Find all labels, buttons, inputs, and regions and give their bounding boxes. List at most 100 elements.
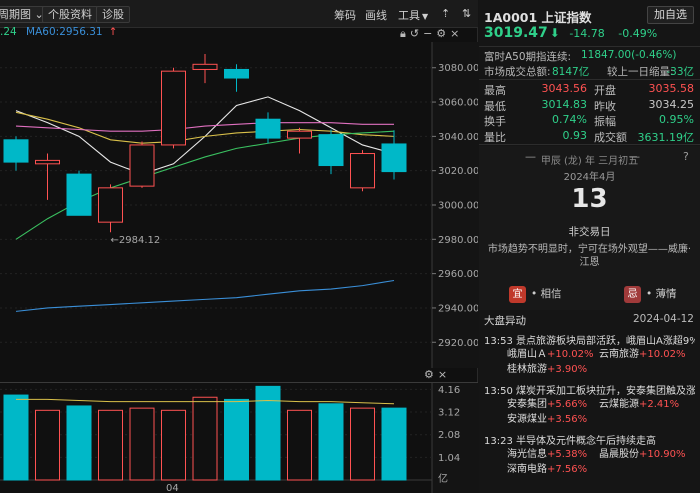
stock-change: +7.56% <box>547 464 588 475</box>
volume-bar <box>224 398 249 481</box>
close-icon[interactable]: × <box>450 27 463 40</box>
volume-tick-label: 3.12 <box>438 408 460 419</box>
candlestick-chart[interactable]: 3080.00 3060.00 3040.00 3020.00 3000.00 2980.… <box>0 42 478 368</box>
ji-item: 忌 • 薄情 <box>624 286 677 304</box>
a50-label: 富时A50期指连续: <box>484 51 572 63</box>
news-stocks: 安泰集团+5.66% 云煤能源+2.41%安源煤业+3.56% <box>484 397 695 427</box>
volume-tick-label: 4.16 <box>438 385 460 396</box>
news-stock[interactable]: 晶晨股份+10.90% <box>599 447 691 462</box>
news-stocks: 海光信息+5.38% 晶晨股份+10.90%深南电路+7.56% <box>484 447 695 477</box>
news-stock[interactable]: 峨眉山Ａ+10.02% <box>507 347 599 362</box>
news-stock[interactable]: 深南电路+7.56% <box>507 462 599 477</box>
amount-value: 8147亿 <box>552 66 590 78</box>
stat-label: 最高 <box>484 84 506 97</box>
lock-icon[interactable]: 🔒︎ <box>400 27 410 40</box>
candle-body <box>129 144 155 187</box>
undo-icon[interactable]: ↺ <box>410 27 423 40</box>
settings-icon[interactable]: ⚙ <box>424 368 438 381</box>
volume-chart[interactable]: 4.16 3.12 2.08 1.04 亿 04 <box>0 382 478 493</box>
price-tick-label: 3020.00 <box>438 166 478 177</box>
price-row: 3019.47 ⬇ -14.78 -0.49% <box>484 25 657 41</box>
stock-name: 安源煤业 <box>507 414 547 425</box>
divider <box>479 46 700 47</box>
settings-icon[interactable]: ⚙ <box>436 27 450 40</box>
stat-value: 0.95% <box>659 113 694 126</box>
news-headline: 13:53 景点旅游板块局部活跃，峨眉山A涨超9% <box>484 332 695 347</box>
price-tick-label: 2960.00 <box>438 269 478 280</box>
stock-change: +3.56% <box>547 414 588 425</box>
stock-change: +10.90% <box>639 449 686 460</box>
lunar-date: 甲辰 (龙) 年 三月初五 <box>540 156 639 167</box>
stock-data-button[interactable]: 个股资料 <box>42 6 98 23</box>
ma60-value: MA60:2956.31 ↑ <box>26 26 123 38</box>
candle-body <box>287 130 312 139</box>
news-item[interactable]: 13:50 煤炭开采加工板块拉升，安泰集团触及涨停 安泰集团+5.66% 云煤能源+… <box>479 380 700 430</box>
candle-body <box>35 159 60 165</box>
price-tick-label: 2920.00 <box>438 338 478 349</box>
news-stock[interactable]: 安源煤业+3.56% <box>507 412 599 427</box>
stat-label: 最低 <box>484 99 506 113</box>
news-header: 大盘异动 2024-04-12 <box>479 313 700 329</box>
close-icon[interactable]: × <box>438 368 451 381</box>
news-time: 13:53 <box>484 336 513 347</box>
last-price: 3019.47 <box>484 25 548 41</box>
news-stock[interactable]: 云南旅游+10.02% <box>599 347 691 362</box>
stat-label: 换手 <box>484 115 506 128</box>
news-text: 景点旅游板块局部活跃，峨眉山A涨超9% <box>516 336 695 347</box>
candle-body <box>98 187 123 223</box>
trading-status: 非交易日 <box>568 226 611 238</box>
change-percent: -0.49% <box>618 27 658 40</box>
add-watchlist-button[interactable]: 加自选 <box>647 6 694 24</box>
news-stock[interactable]: 云煤能源+2.41% <box>599 397 691 412</box>
candle-body <box>161 70 186 146</box>
stock-name: 桂林旅游 <box>507 364 547 375</box>
stat-value: 3034.25 <box>648 97 695 111</box>
minus-icon[interactable]: − <box>423 27 436 40</box>
news-time: 13:23 <box>484 436 513 447</box>
news-stock[interactable]: 桂林旅游+3.90% <box>507 362 599 377</box>
ma-line-ma_pink <box>15 122 394 132</box>
market-quote: 市场趋势不明显时，宁可在场外观望——威廉·江恩 <box>487 244 692 268</box>
stat-label: 量比 <box>484 130 506 144</box>
stock-name: 海光信息 <box>507 449 547 460</box>
swap-vertical-icon[interactable]: ⇅ <box>462 7 471 20</box>
volume-bar <box>161 409 186 481</box>
volume-unit-label: 亿 <box>438 472 448 485</box>
stat-label: 成交额 <box>594 130 627 144</box>
candle-body <box>224 68 249 79</box>
price-tick-label: 3080.00 <box>438 63 478 74</box>
stock-change: +10.02% <box>639 349 686 360</box>
arrow-up-icon[interactable]: ⇡ <box>441 7 450 20</box>
volume-bar <box>129 407 155 481</box>
volume-bar <box>35 409 60 481</box>
volume-bar <box>66 405 92 481</box>
volume-bar <box>318 403 344 481</box>
divider <box>479 79 700 80</box>
stock-change: +3.90% <box>547 364 588 375</box>
volume-controls: ⚙× <box>424 368 451 381</box>
ma-legend: .24 MA60:2956.31 ↑ <box>0 26 129 40</box>
news-time: 13:50 <box>484 386 513 397</box>
news-stock[interactable]: 海光信息+5.38% <box>507 447 599 462</box>
news-text: 煤炭开采加工板块拉升，安泰集团触及涨停 <box>516 386 695 397</box>
chart-area[interactable]: 周期图 ⌄ 个股资料 诊股 筹码 画线 工具 ▼ ⇡ ⇅ .24 MA60:295… <box>0 0 478 493</box>
news-text: 半导体及元件概念午后持续走高 <box>516 436 657 447</box>
draw-line-button[interactable]: 画线 <box>365 7 387 23</box>
candle-body <box>3 139 29 163</box>
news-item[interactable]: 13:53 景点旅游板块局部活跃，峨眉山A涨超9% 峨眉山Ａ+10.02% 云南旅游… <box>479 330 700 380</box>
diagnose-button[interactable]: 诊股 <box>96 6 130 23</box>
tools-dropdown[interactable]: 工具 ▼ <box>398 7 428 23</box>
stock-change: +5.66% <box>547 399 588 410</box>
yi-item: 宜 • 相信 <box>509 286 562 304</box>
stat-label: 昨收 <box>594 99 616 113</box>
news-stocks: 峨眉山Ａ+10.02% 云南旅游+10.02%桂林旅游+3.90% <box>484 347 695 377</box>
news-date: 2024-04-12 <box>632 313 694 325</box>
yi-tag: 宜 <box>509 286 526 303</box>
stat-label: 开盘 <box>594 84 616 97</box>
chips-button[interactable]: 筹码 <box>334 7 356 23</box>
candle-body <box>255 118 281 139</box>
news-stock[interactable]: 安泰集团+5.66% <box>507 397 599 412</box>
volume-bar <box>381 407 407 481</box>
news-item[interactable]: 13:23 半导体及元件概念午后持续走高 海光信息+5.38% 晶晨股份+10.90… <box>479 430 700 480</box>
stat-value: 0.74% <box>552 113 587 126</box>
